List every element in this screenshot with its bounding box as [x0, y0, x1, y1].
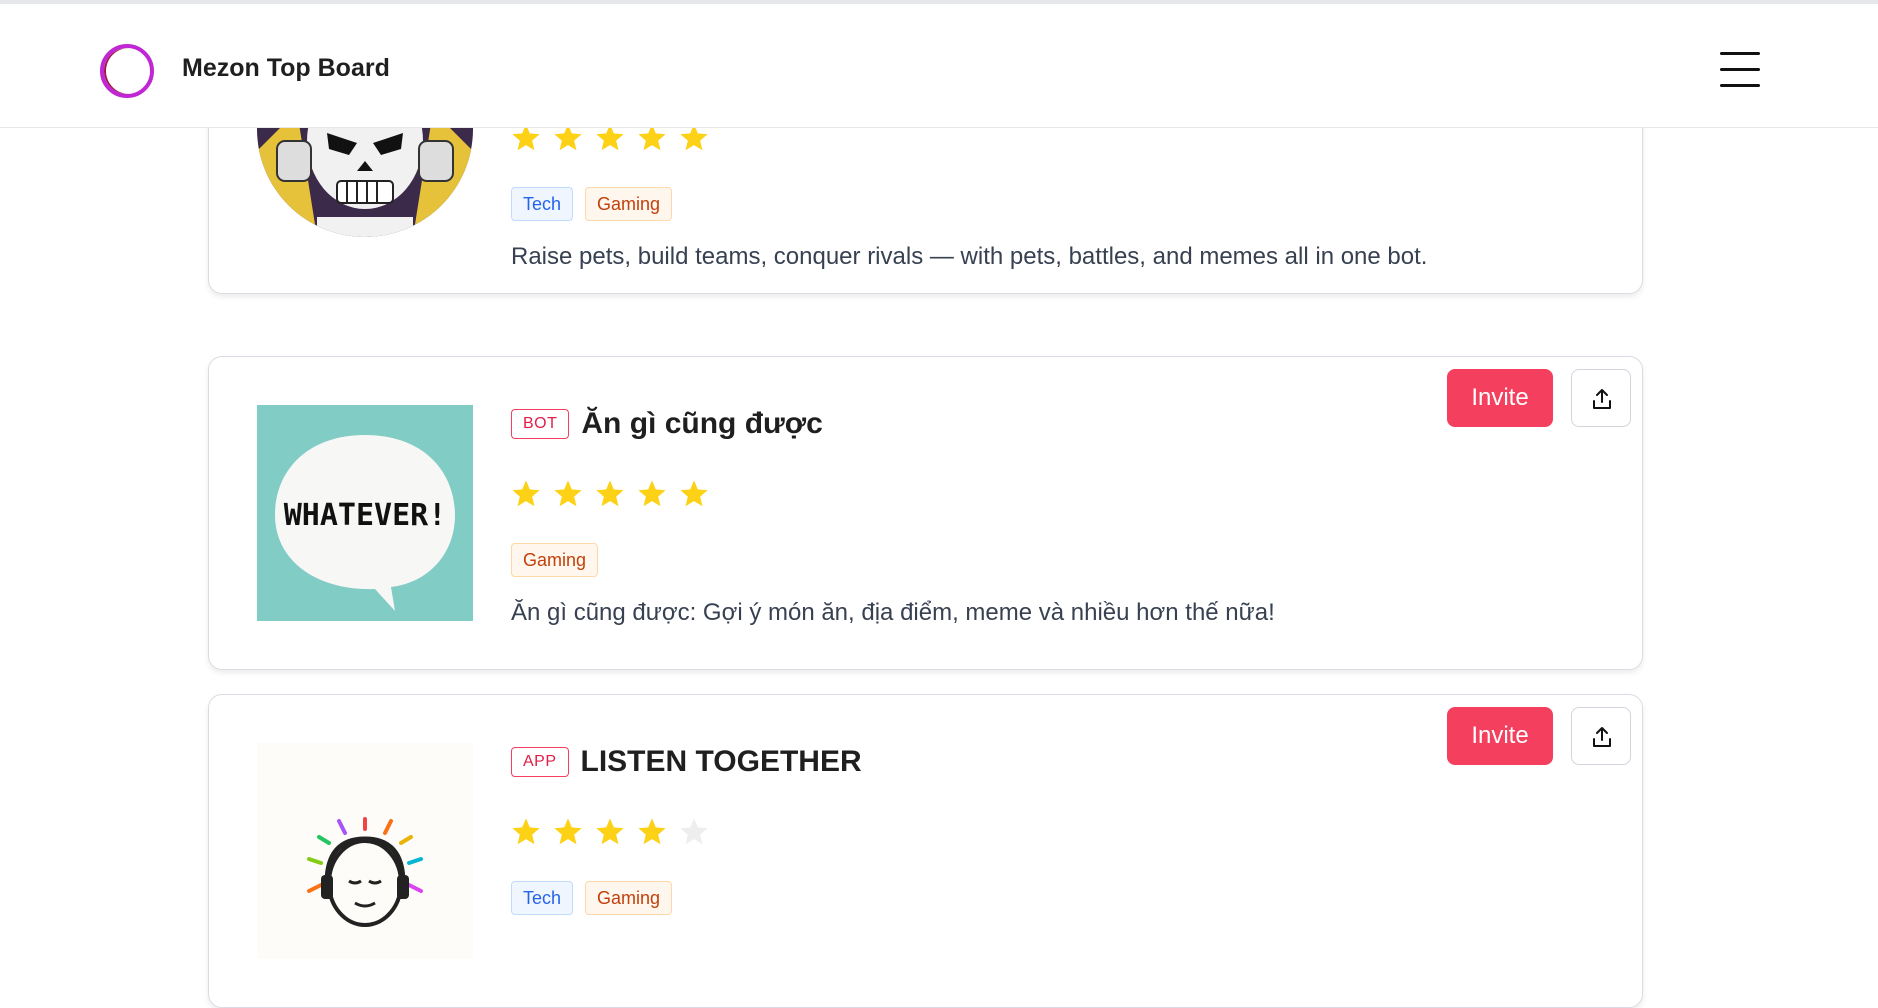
star-filled-icon — [511, 817, 541, 847]
bot-avatar: WHATEVER! — [257, 405, 473, 621]
tag-list: Tech Gaming — [511, 881, 673, 915]
bot-title[interactable]: Ăn gì cũng được — [581, 407, 822, 441]
tag-gaming[interactable]: Gaming — [585, 881, 673, 915]
tag-gaming[interactable]: Gaming — [511, 543, 599, 577]
app-title[interactable]: LISTEN TOGETHER — [581, 745, 862, 779]
star-filled-icon — [637, 817, 667, 847]
share-button[interactable] — [1571, 707, 1631, 765]
bot-description: Raise pets, build teams, conquer rivals … — [511, 243, 1428, 270]
logo-icon[interactable] — [100, 44, 154, 98]
star-filled-icon — [511, 479, 541, 509]
share-button[interactable] — [1571, 369, 1631, 427]
type-badge: APP — [511, 747, 569, 777]
star-filled-icon — [553, 479, 583, 509]
share-icon — [1593, 727, 1611, 747]
star-filled-icon — [553, 817, 583, 847]
star-empty-icon — [679, 817, 709, 847]
tag-list: Tech Gaming — [511, 187, 673, 221]
bot-description: Ăn gì cũng được: Gợi ý món ăn, địa điểm,… — [511, 599, 1275, 626]
rating-stars — [511, 817, 709, 847]
tag-gaming[interactable]: Gaming — [585, 187, 673, 221]
tag-tech[interactable]: Tech — [511, 881, 574, 915]
type-badge: BOT — [511, 409, 570, 439]
top-header: Mezon Top Board — [0, 0, 1878, 128]
brand-title[interactable]: Mezon Top Board — [182, 54, 390, 83]
invite-button[interactable]: Invite — [1447, 707, 1553, 765]
title-row: APP LISTEN TOGETHER — [511, 745, 862, 779]
bot-card[interactable]: WHATEVER! BOT Ăn gì cũng được Gaming Ăn … — [208, 356, 1643, 670]
invite-button[interactable]: Invite — [1447, 369, 1553, 427]
app-avatar — [257, 743, 473, 959]
rating-stars — [511, 479, 709, 509]
star-filled-icon — [595, 817, 625, 847]
tag-list: Gaming — [511, 543, 599, 577]
star-filled-icon — [679, 479, 709, 509]
title-row: BOT Ăn gì cũng được — [511, 407, 823, 441]
star-filled-icon — [637, 479, 667, 509]
tag-tech[interactable]: Tech — [511, 187, 574, 221]
whatever-text: WHATEVER! — [284, 498, 447, 533]
share-icon — [1593, 389, 1611, 409]
menu-icon[interactable] — [1720, 50, 1762, 90]
app-card[interactable]: APP LISTEN TOGETHER Tech Gaming Invite — [208, 694, 1643, 1008]
star-filled-icon — [595, 479, 625, 509]
